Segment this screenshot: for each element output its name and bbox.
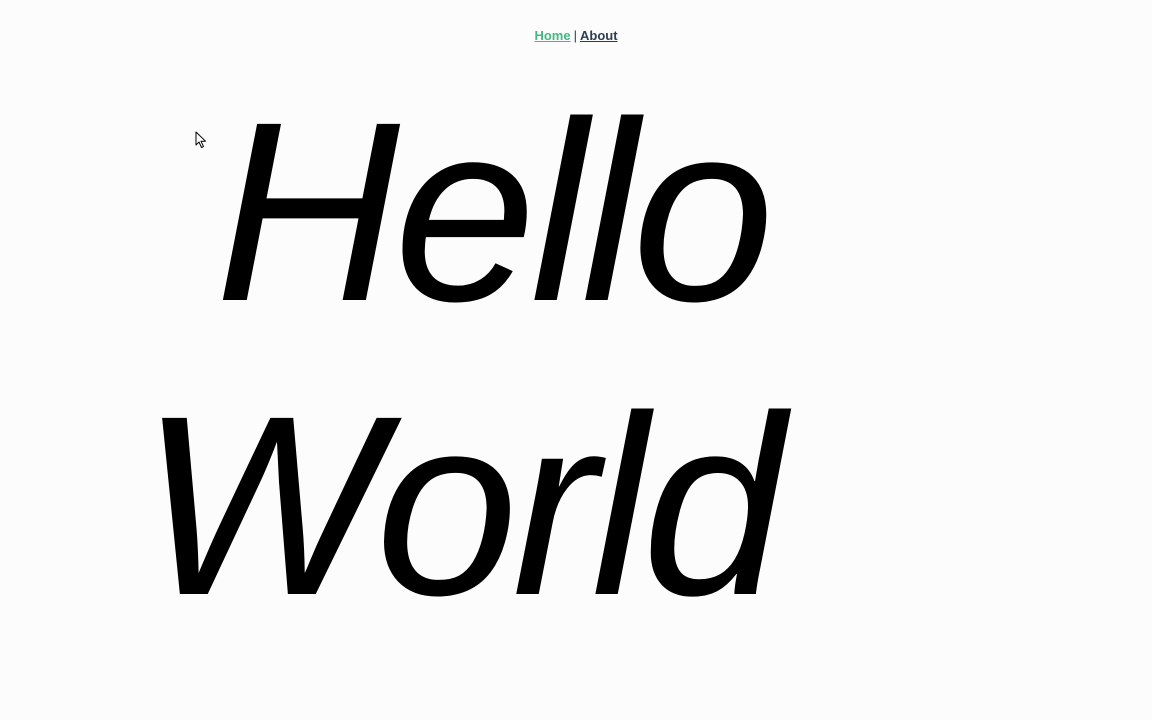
hero-heading: Hello World bbox=[0, 0, 1152, 720]
mouse-cursor-icon bbox=[195, 131, 206, 148]
hero-line-hello: Hello bbox=[215, 69, 774, 355]
nav-separator: | bbox=[573, 28, 577, 43]
nav-link-home[interactable]: Home bbox=[534, 28, 570, 43]
top-nav: Home | About bbox=[0, 28, 1152, 43]
hero-line-world: World bbox=[140, 363, 784, 649]
nav-link-about[interactable]: About bbox=[580, 28, 618, 43]
